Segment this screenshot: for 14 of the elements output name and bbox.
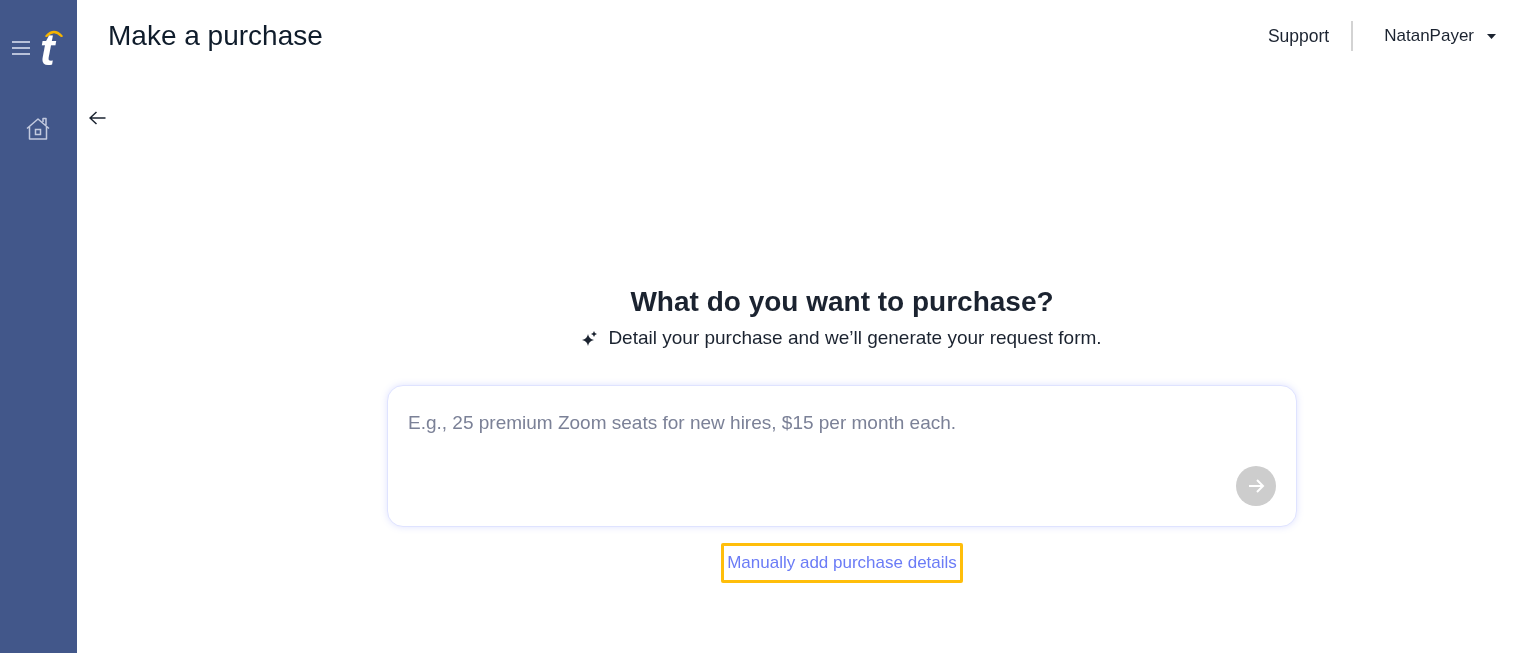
support-link[interactable]: Support bbox=[1267, 25, 1330, 47]
back-arrow-icon[interactable] bbox=[89, 111, 106, 125]
prompt-heading: What do you want to purchase? bbox=[630, 286, 1054, 318]
caret-icon bbox=[1487, 33, 1496, 39]
manual-entry-link[interactable]: Manually add purchase details bbox=[721, 543, 963, 583]
prompt-field[interactable]: E.g., 25 premium Zoom seats for new hires, $15 per month each. bbox=[408, 412, 1220, 472]
menu-icon[interactable] bbox=[12, 40, 30, 56]
user-menu[interactable]: NatanPayer bbox=[1384, 26, 1496, 46]
prompt-box[interactable]: E.g., 25 premium Zoom seats for new hires, $15 per month each. bbox=[387, 385, 1297, 527]
sparkle-icon bbox=[582, 330, 598, 346]
home-icon[interactable] bbox=[25, 117, 51, 141]
app-logo[interactable]: t bbox=[40, 29, 63, 67]
page-title: Make a purchase bbox=[108, 20, 323, 52]
prompt-subtitle: Detail your purchase and we’ll generate your request form. bbox=[608, 326, 1102, 350]
